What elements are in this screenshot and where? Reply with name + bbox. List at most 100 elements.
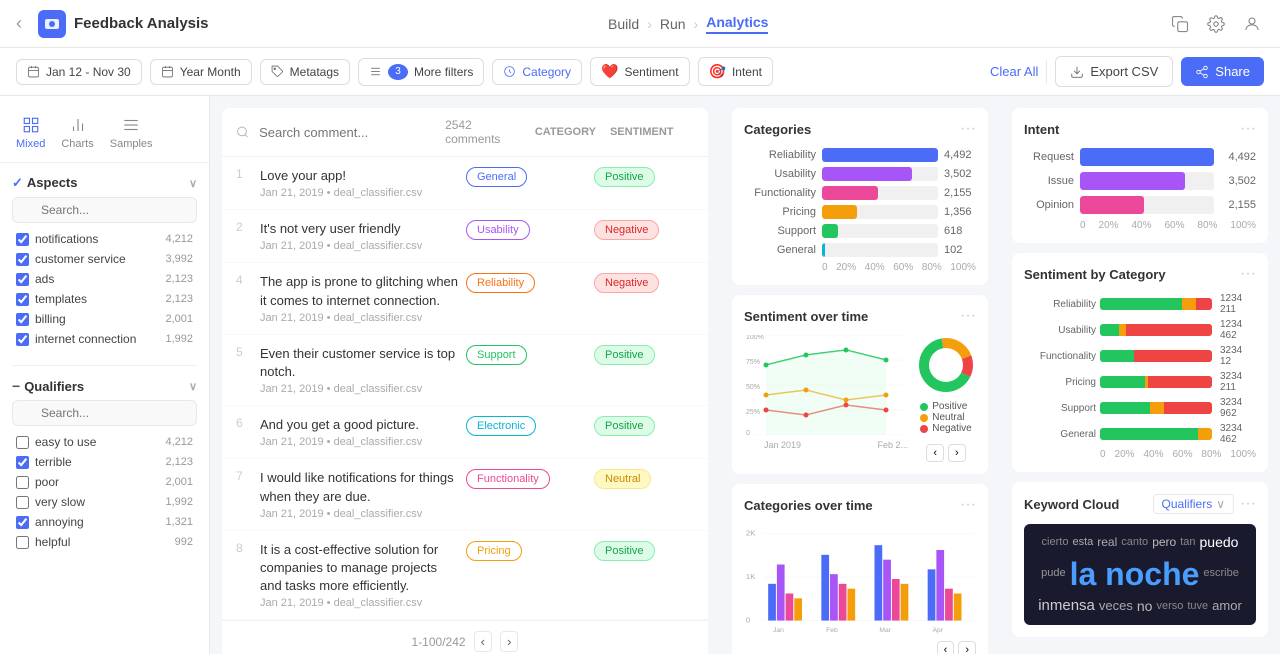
tab-mixed[interactable]: Mixed [8, 112, 53, 154]
comment-row[interactable]: 5 Even their customer service is top not… [222, 335, 708, 406]
aspect-checkbox[interactable] [16, 333, 29, 346]
comment-row[interactable]: 2 It's not very user friendly Jan 21, 20… [222, 210, 708, 263]
keyword-inmensa[interactable]: inmensa [1038, 597, 1095, 615]
more-filters-filter[interactable]: 3 More filters [358, 58, 484, 86]
comment-category-badge[interactable]: Electronic [466, 416, 536, 436]
comment-sentiment-badge[interactable]: Positive [594, 167, 655, 187]
keyword-tuve[interactable]: tuve [1187, 600, 1208, 613]
aspect-checkbox[interactable] [16, 313, 29, 326]
comment-category-badge[interactable]: Pricing [466, 541, 522, 561]
sidebar-qualifier-item[interactable]: terrible 2,123 [12, 452, 197, 472]
intent-menu-icon[interactable]: ··· [1240, 120, 1256, 138]
prev-page-button[interactable]: ‹ [474, 631, 492, 652]
sidebar-qualifier-item[interactable]: annoying 1,321 [12, 512, 197, 532]
sidebar-aspect-item[interactable]: billing 2,001 [12, 309, 197, 329]
keyword-cierto[interactable]: cierto [1042, 536, 1069, 549]
comment-row[interactable]: 6 And you get a good picture. Jan 21, 20… [222, 406, 708, 459]
sidebar-qualifier-item[interactable]: poor 2,001 [12, 472, 197, 492]
comment-sentiment-badge[interactable]: Negative [594, 220, 659, 240]
category-filter[interactable]: Category [492, 59, 582, 85]
comment-row[interactable]: 4 The app is prone to glitching when it … [222, 263, 708, 334]
comment-sentiment-badge[interactable]: Positive [594, 345, 655, 365]
clear-all-button[interactable]: Clear All [990, 64, 1038, 79]
keyword-la-noche[interactable]: la noche [1070, 555, 1200, 593]
keyword-verso[interactable]: verso [1156, 600, 1183, 613]
sentiment-time-menu-icon[interactable]: ··· [960, 307, 976, 325]
comment-category-badge[interactable]: Reliability [466, 273, 535, 293]
aspect-checkbox[interactable] [16, 273, 29, 286]
keyword-puedo[interactable]: puedo [1200, 534, 1239, 551]
sidebar-aspect-item[interactable]: customer service 3,992 [12, 249, 197, 269]
tab-charts[interactable]: Charts [53, 112, 101, 154]
qualifier-checkbox[interactable] [16, 536, 29, 549]
copy-icon[interactable] [1168, 12, 1192, 36]
keyword-esta[interactable]: esta [1072, 536, 1093, 549]
categories-menu-icon[interactable]: ··· [960, 120, 976, 138]
comment-row[interactable]: 1 Love your app! Jan 21, 2019 • deal_cla… [222, 157, 708, 210]
share-button[interactable]: Share [1181, 57, 1264, 86]
qualifier-checkbox[interactable] [16, 456, 29, 469]
tab-samples[interactable]: Samples [102, 112, 161, 154]
aspect-checkbox[interactable] [16, 253, 29, 266]
keyword-amor[interactable]: amor [1212, 598, 1242, 614]
comment-category-badge[interactable]: Support [466, 345, 527, 365]
sidebar-aspect-item[interactable]: templates 2,123 [12, 289, 197, 309]
cat-time-prev-button[interactable]: ‹ [937, 641, 955, 654]
comment-sentiment-badge[interactable]: Positive [594, 416, 655, 436]
keyword-escribe[interactable]: escribe [1203, 567, 1238, 580]
categories-time-menu-icon[interactable]: ··· [960, 496, 976, 514]
qualifier-checkbox[interactable] [16, 516, 29, 529]
keyword-menu-icon[interactable]: ··· [1240, 495, 1256, 513]
aspects-search-input[interactable] [12, 197, 197, 223]
export-csv-button[interactable]: Export CSV [1055, 56, 1173, 87]
keyword-real[interactable]: real [1097, 535, 1117, 549]
sentiment-next-button[interactable]: › [948, 444, 966, 462]
sbc-menu-icon[interactable]: ··· [1240, 265, 1256, 283]
qualifier-checkbox[interactable] [16, 496, 29, 509]
sidebar-aspect-item[interactable]: internet connection 1,992 [12, 329, 197, 349]
back-button[interactable]: ‹ [16, 13, 22, 34]
sidebar-qualifier-item[interactable]: very slow 1,992 [12, 492, 197, 512]
next-page-button[interactable]: › [500, 631, 518, 652]
settings-icon[interactable] [1204, 12, 1228, 36]
aspect-checkbox[interactable] [16, 293, 29, 306]
sidebar-aspect-item[interactable]: ads 2,123 [12, 269, 197, 289]
keyword-pude[interactable]: pude [1041, 567, 1065, 580]
comment-row[interactable]: 7 I would like notifications for things … [222, 459, 708, 530]
sentiment-filter[interactable]: ❤️ Sentiment [590, 57, 689, 86]
comment-category-badge[interactable]: General [466, 167, 527, 187]
comment-sentiment-badge[interactable]: Positive [594, 541, 655, 561]
qualifiers-search-input[interactable] [12, 400, 197, 426]
comment-category-badge[interactable]: Usability [466, 220, 530, 240]
cat-time-next-button[interactable]: › [958, 641, 976, 654]
comment-category-badge[interactable]: Functionality [466, 469, 550, 489]
comment-sentiment-badge[interactable]: Negative [594, 273, 659, 293]
comment-row[interactable]: 8 It is a cost-effective solution for co… [222, 531, 708, 621]
keyword-no[interactable]: no [1137, 598, 1153, 615]
nav-build[interactable]: Build [608, 16, 639, 32]
comment-sentiment-badge[interactable]: Neutral [594, 469, 651, 489]
comment-search-input[interactable] [259, 125, 435, 140]
user-icon[interactable] [1240, 12, 1264, 36]
aspects-header[interactable]: ✓Aspects ∨ [12, 175, 197, 191]
qualifiers-header[interactable]: − Qualifiers ∨ [12, 378, 197, 394]
sidebar-qualifier-item[interactable]: easy to use 4,212 [12, 432, 197, 452]
qualifier-checkbox[interactable] [16, 436, 29, 449]
qualifier-checkbox[interactable] [16, 476, 29, 489]
keyword-pero[interactable]: pero [1152, 535, 1176, 549]
keyword-tan[interactable]: tan [1180, 536, 1195, 549]
keyword-filter-button[interactable]: Qualifiers ∨ [1153, 494, 1234, 514]
intent-filter[interactable]: 🎯 Intent [698, 57, 773, 86]
nav-analytics[interactable]: Analytics [706, 14, 768, 34]
sidebar-qualifier-item[interactable]: helpful 992 [12, 532, 197, 552]
grouping-filter[interactable]: Year Month [150, 59, 252, 85]
date-range-filter[interactable]: Jan 12 - Nov 30 [16, 59, 142, 85]
keyword-canto[interactable]: canto [1121, 536, 1148, 549]
sidebar-aspect-item[interactable]: notifications 4,212 [12, 229, 197, 249]
qualifiers-collapse[interactable]: − [12, 378, 20, 394]
nav-run[interactable]: Run [660, 16, 686, 32]
sentiment-prev-button[interactable]: ‹ [926, 444, 944, 462]
keyword-veces[interactable]: veces [1099, 598, 1133, 614]
metatags-filter[interactable]: Metatags [260, 59, 350, 85]
aspect-checkbox[interactable] [16, 233, 29, 246]
